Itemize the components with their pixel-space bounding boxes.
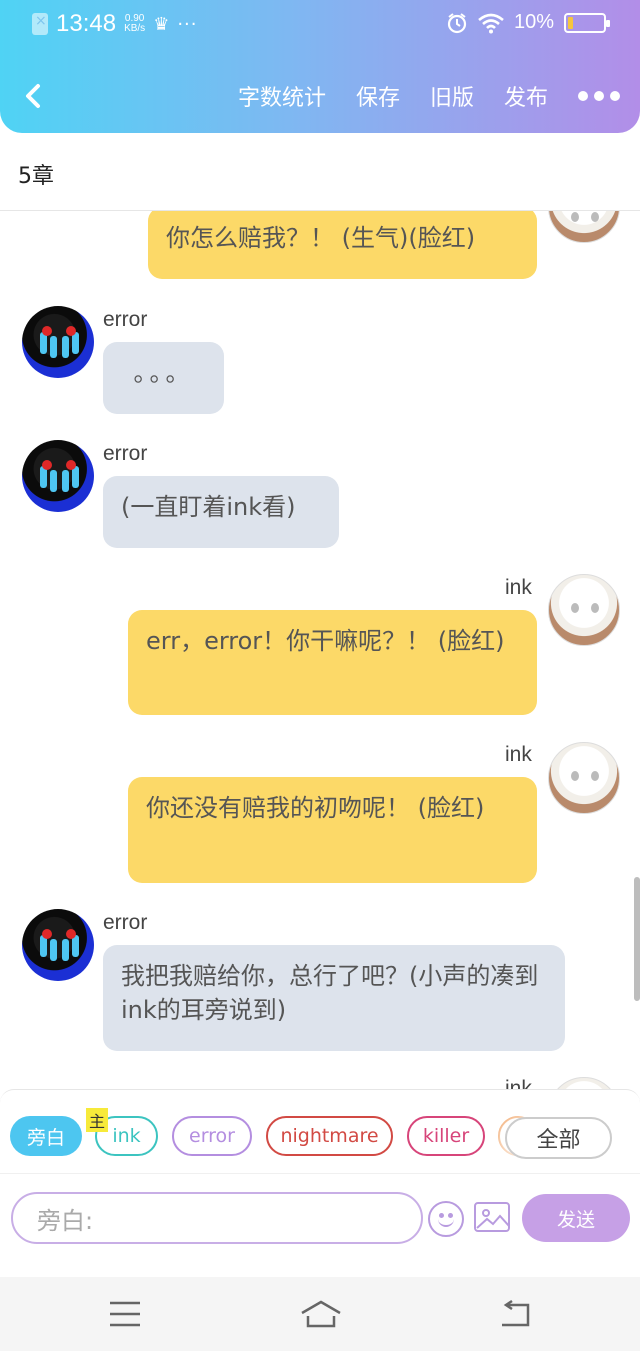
network-speed: 0.90 KB/s [124, 14, 145, 34]
system-nav-bar [0, 1277, 640, 1351]
old-version-button[interactable]: 旧版 [430, 80, 474, 112]
more-status-icon: ··· [177, 13, 198, 35]
message-input[interactable]: 旁白: [11, 1192, 423, 1244]
send-button[interactable]: 发送 [522, 1194, 630, 1242]
menu-icon[interactable] [108, 1299, 142, 1329]
speaker-name: error [103, 911, 148, 934]
more-options-icon[interactable] [578, 91, 620, 101]
ink-avatar[interactable] [548, 574, 620, 646]
save-button[interactable]: 保存 [356, 80, 400, 112]
publish-button[interactable]: 发布 [504, 80, 548, 112]
image-icon[interactable] [474, 1202, 510, 1232]
error-avatar[interactable] [22, 909, 94, 981]
battery-icon [564, 12, 610, 33]
alarm-icon [447, 12, 467, 33]
speaker-name: error [103, 308, 148, 331]
word-count-button[interactable]: 字数统计 [238, 80, 326, 112]
message-bubble[interactable]: 我把我赔给你，总行了吧？(小声的凑到ink的耳旁说到) [103, 945, 565, 1051]
app-header: 13:48 0.90 KB/s ♛ ··· 10% [0, 0, 640, 133]
header-actions: 字数统计 保存 旧版 发布 [238, 80, 620, 112]
error-avatar[interactable] [22, 306, 94, 378]
back-arrow-icon[interactable] [20, 78, 50, 114]
chat-scrollbar[interactable] [634, 877, 640, 1001]
message-bubble[interactable]: 。。。 [103, 342, 224, 414]
message-bubble[interactable]: err，error！你干嘛呢？！ (脸红) [128, 610, 537, 715]
message-bubble[interactable]: 你还没有赔我的初吻呢！ (脸红) [128, 777, 537, 883]
tag-nightmare[interactable]: nightmare [266, 1116, 393, 1156]
tag-error[interactable]: error [172, 1116, 252, 1156]
status-bar: 13:48 0.90 KB/s ♛ ··· 10% [0, 0, 640, 52]
wifi-icon [478, 13, 504, 33]
crown-icon: ♛ [153, 13, 170, 35]
all-tags-button[interactable]: 全部 [505, 1117, 612, 1159]
battery-percent: 10% [513, 11, 554, 33]
chat-list[interactable]: 你怎么赔我？！ (生气)(脸红) error 。。。 error (一直盯着in… [0, 211, 640, 1089]
message-bubble[interactable]: (一直盯着ink看) [103, 476, 339, 548]
sim-icon [32, 13, 48, 35]
speaker-name: ink [505, 1077, 532, 1089]
composer-panel: 旁白 ink error nightmare killer 主 全部 旁白: 发… [0, 1089, 640, 1249]
network-speed-unit: KB/s [124, 23, 146, 34]
error-avatar[interactable] [22, 440, 94, 512]
status-right: 10% [446, 11, 610, 34]
tag-narration[interactable]: 旁白 [10, 1116, 82, 1156]
speaker-name: error [103, 442, 148, 465]
status-time: 13:48 [56, 10, 117, 37]
speaker-name: ink [505, 743, 532, 766]
ink-avatar[interactable] [548, 1077, 620, 1089]
ink-avatar[interactable] [548, 211, 620, 243]
main-character-badge: 主 [86, 1108, 108, 1132]
tag-killer[interactable]: killer [407, 1116, 485, 1156]
chapter-title[interactable]: 5章 [18, 158, 54, 190]
home-icon[interactable] [299, 1299, 343, 1329]
status-left: 13:48 0.90 KB/s ♛ ··· [32, 10, 198, 38]
divider [0, 1173, 640, 1174]
message-bubble[interactable]: 你怎么赔我？！ (生气)(脸红) [148, 211, 537, 279]
back-icon[interactable] [498, 1299, 532, 1329]
ink-avatar[interactable] [548, 742, 620, 814]
emoji-icon[interactable] [428, 1201, 464, 1237]
speaker-name: ink [505, 576, 532, 599]
